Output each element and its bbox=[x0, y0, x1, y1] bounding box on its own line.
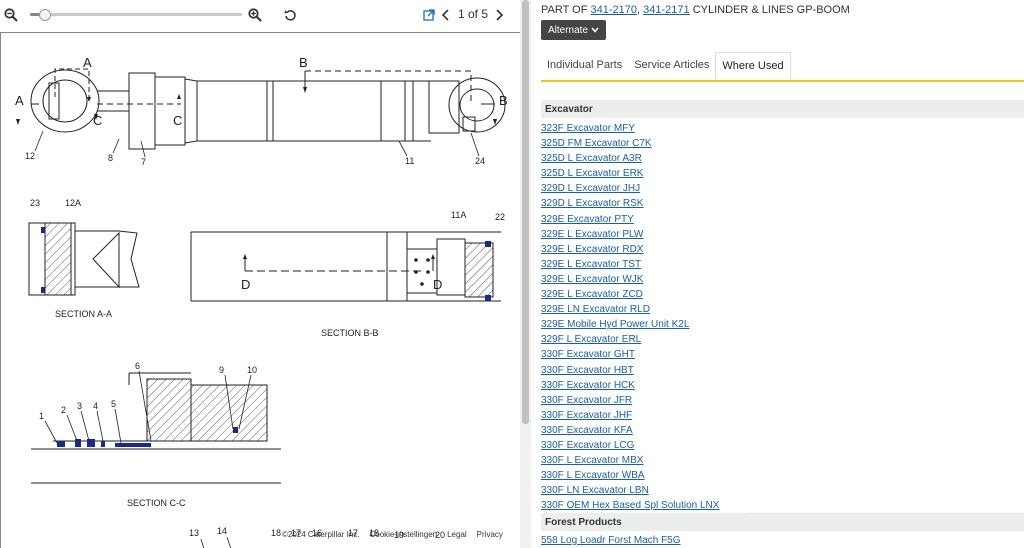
alternate-dropdown-button[interactable]: Alternate bbox=[541, 20, 606, 40]
callout-6: 6 bbox=[135, 361, 140, 371]
parts-panel: PART OF 341-2170, 341-2171 CYLINDER & LI… bbox=[531, 0, 1024, 548]
callout-24: 24 bbox=[475, 156, 485, 166]
list-item[interactable]: 558 Log Loadr Forst Mach F5G bbox=[541, 533, 1024, 548]
excavator-list: 323F Excavator MFY 325D FM Excavator C7K… bbox=[541, 121, 1024, 513]
callout-1: 1 bbox=[39, 411, 44, 421]
zoom-out-icon[interactable] bbox=[2, 6, 20, 24]
callout-13: 13 bbox=[189, 528, 199, 538]
section-aa-caption: SECTION A-A bbox=[55, 309, 112, 319]
list-item[interactable]: 325D L Excavator A3R bbox=[541, 151, 1024, 166]
callout-7: 7 bbox=[141, 157, 146, 167]
section-label-c: C bbox=[93, 113, 102, 128]
page-footer: ©2024 Caterpillar Inc. Cookie-instelling… bbox=[282, 530, 503, 539]
list-item[interactable]: 329E Excavator PTY bbox=[541, 212, 1024, 227]
part-of-suffix: CYLINDER & LINES GP-BOOM bbox=[692, 4, 850, 16]
section-bb-caption: SECTION B-B bbox=[321, 328, 379, 338]
list-item[interactable]: 330F Excavator KFA bbox=[541, 423, 1024, 438]
tab-service-articles[interactable]: Service Articles bbox=[628, 52, 715, 80]
section-header-excavator: Excavator bbox=[541, 100, 1024, 118]
list-item[interactable]: 329E L Excavator ZCD bbox=[541, 287, 1024, 302]
list-item[interactable]: 329E L Excavator TST bbox=[541, 257, 1024, 272]
list-item[interactable]: 330F Excavator HBT bbox=[541, 363, 1024, 378]
callout-22: 22 bbox=[495, 212, 505, 222]
alternate-label: Alternate bbox=[547, 24, 589, 36]
parts-tabs: Individual Parts Service Articles Where … bbox=[541, 52, 1024, 82]
callout-2: 2 bbox=[61, 405, 66, 415]
part-of-line: PART OF 341-2170, 341-2171 CYLINDER & LI… bbox=[541, 4, 850, 16]
list-item[interactable]: 329E LN Excavator RLD bbox=[541, 302, 1024, 317]
section-label-a: A bbox=[83, 55, 92, 70]
callout-12: 12 bbox=[25, 151, 35, 161]
drawing-viewer: 1 of 5 A A C C B B 12 8 7 11 24 23 12A S… bbox=[0, 0, 531, 548]
callout-11: 11 bbox=[405, 156, 414, 166]
list-item[interactable]: 329E Mobile Hyd Power Unit K2L bbox=[541, 317, 1024, 332]
open-external-icon[interactable] bbox=[420, 6, 438, 24]
next-page-icon[interactable] bbox=[490, 6, 508, 24]
list-item[interactable]: 330F L Excavator WBA bbox=[541, 468, 1024, 483]
section-label-d: D bbox=[241, 277, 250, 292]
list-item[interactable]: 330F L Excavator MBX bbox=[541, 453, 1024, 468]
callout-23: 23 bbox=[30, 198, 40, 208]
list-item[interactable]: 325D FM Excavator C7K bbox=[541, 136, 1024, 151]
list-item[interactable]: 330F Excavator JHF bbox=[541, 408, 1024, 423]
callout-9: 9 bbox=[219, 365, 224, 375]
part-link-2[interactable]: 341-2171 bbox=[643, 4, 690, 16]
section-label-b-right: B bbox=[499, 93, 508, 108]
callout-18: 18 bbox=[271, 528, 281, 538]
zoom-slider-thumb[interactable] bbox=[39, 9, 51, 21]
list-item[interactable]: 329E L Excavator WJK bbox=[541, 272, 1024, 287]
section-label-b: B bbox=[299, 55, 308, 70]
list-item[interactable]: 330F Excavator HCK bbox=[541, 378, 1024, 393]
list-item[interactable]: 329D L Excavator RSK bbox=[541, 196, 1024, 211]
callout-3: 3 bbox=[77, 401, 82, 411]
legal-link[interactable]: Legal bbox=[447, 530, 467, 539]
tab-where-used[interactable]: Where Used bbox=[715, 52, 791, 80]
callout-14: 14 bbox=[217, 526, 227, 536]
section-label-c-right: C bbox=[173, 113, 182, 128]
list-item[interactable]: 323F Excavator MFY bbox=[541, 121, 1024, 136]
list-item[interactable]: 329D L Excavator JHJ bbox=[541, 181, 1024, 196]
zoom-slider[interactable] bbox=[30, 13, 242, 16]
chevron-down-icon bbox=[591, 25, 599, 36]
callout-8: 8 bbox=[108, 153, 113, 163]
callout-12a: 12A bbox=[65, 198, 81, 208]
list-item[interactable]: 330F Excavator LCG bbox=[541, 438, 1024, 453]
callout-4: 4 bbox=[93, 401, 98, 411]
copyright-text: ©2024 Caterpillar Inc. bbox=[282, 530, 360, 539]
list-item[interactable]: 330F Excavator JFR bbox=[541, 393, 1024, 408]
forest-products-list: 558 Log Loadr Forst Mach F5G bbox=[541, 533, 1024, 548]
list-item[interactable]: 325D L Excavator ERK bbox=[541, 166, 1024, 181]
callout-10: 10 bbox=[247, 365, 257, 375]
privacy-link[interactable]: Privacy bbox=[477, 530, 503, 539]
list-item[interactable]: 330F LN Excavator LBN bbox=[541, 483, 1024, 498]
page-indicator: 1 of 5 bbox=[458, 7, 489, 21]
list-item[interactable]: 329E L Excavator RDX bbox=[541, 242, 1024, 257]
list-item[interactable]: 329F L Excavator ERL bbox=[541, 332, 1024, 347]
cookie-settings-link[interactable]: Cookie-instellingen bbox=[370, 530, 438, 539]
tab-individual-parts[interactable]: Individual Parts bbox=[541, 52, 628, 80]
viewer-toolbar: 1 of 5 bbox=[0, 0, 531, 32]
callout-11a: 11A bbox=[451, 210, 466, 220]
section-label-a-left: A bbox=[15, 93, 24, 108]
section-header-forest-products: Forest Products bbox=[541, 513, 1024, 531]
part-of-prefix: PART OF bbox=[541, 4, 588, 16]
part-link-1[interactable]: 341-2170 bbox=[591, 4, 638, 16]
rotate-icon[interactable] bbox=[281, 6, 299, 24]
parts-drawing: A A C C B B 12 8 7 11 24 23 12A SECTION … bbox=[0, 32, 520, 548]
section-label-d-right: D bbox=[433, 277, 442, 292]
drawing-scrollbar-thumb[interactable] bbox=[522, 0, 529, 424]
zoom-in-icon[interactable] bbox=[246, 6, 264, 24]
section-cc-caption: SECTION C-C bbox=[127, 498, 186, 508]
list-item[interactable]: 330F Excavator GHT bbox=[541, 347, 1024, 362]
prev-page-icon[interactable] bbox=[437, 6, 455, 24]
callout-5: 5 bbox=[111, 399, 116, 409]
part-link-separator: , bbox=[637, 4, 641, 16]
list-item[interactable]: 329E L Excavator PLW bbox=[541, 227, 1024, 242]
